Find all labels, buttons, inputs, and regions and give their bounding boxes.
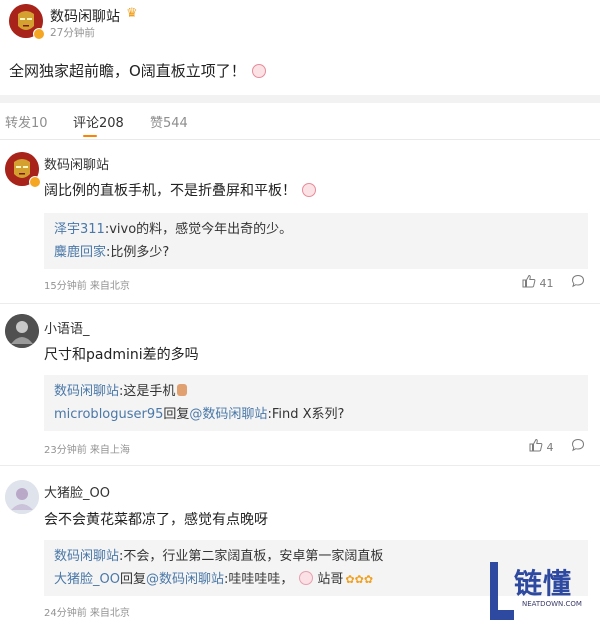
active-tab-indicator — [83, 135, 97, 137]
verified-badge-icon — [29, 176, 41, 188]
comment-text: 会不会黄花菜都凉了，感觉有点晚呀 — [44, 512, 268, 528]
tab-comment[interactable]: 评论208 — [73, 112, 124, 131]
reply-mid: 回复 — [163, 407, 190, 422]
user-avatar-icon — [5, 314, 39, 348]
reply-text: :这是手机 — [119, 384, 176, 399]
comment-bubble-icon — [571, 439, 585, 452]
like-button[interactable]: 4 — [529, 438, 554, 454]
comment-author[interactable]: 大猪脸_OO — [44, 482, 110, 501]
comment-meta: 15分钟前 来自北京 — [44, 281, 130, 292]
reply-line: microbloguser95回复@数码闲聊站:Find X系列? — [54, 403, 578, 426]
thumbs-up-icon — [522, 274, 536, 288]
watermark-sub: NEATDOWN.COM — [522, 600, 582, 608]
comment-text-body: 阔比例的直板手机，不是折叠屏和平板！ — [44, 183, 296, 199]
tab-like[interactable]: 赞544 — [150, 112, 188, 131]
reply-box[interactable]: 泽宇311:vivo的料，感觉今年出奇的少。 麋鹿回家:比例多少? — [44, 213, 588, 269]
sad-emoji-icon — [302, 183, 316, 197]
tab-repost[interactable]: 转发10 — [5, 112, 48, 131]
reply-user[interactable]: 数码闲聊站 — [54, 384, 119, 399]
reply-mid: 回复 — [119, 572, 146, 587]
comment-meta: 24分钟前 来自北京 — [44, 608, 130, 619]
reply-text: :vivo的料，感觉今年出奇的少。 — [104, 222, 293, 237]
comment-avatar[interactable] — [5, 480, 39, 514]
watermark-l-icon — [490, 562, 514, 620]
reply-text: :比例多少? — [106, 245, 170, 260]
post-time: 27分钟前 — [50, 27, 95, 39]
comment-author[interactable]: 小语语_ — [44, 318, 90, 337]
reply-text: :不会，行业第二家阔直板，安卓第一家阔直板 — [119, 549, 384, 564]
reply-button[interactable] — [571, 274, 585, 289]
comment-meta: 23分钟前 来自上海 — [44, 445, 130, 456]
reply-text: :Find X系列? — [267, 407, 345, 422]
reply-user[interactable]: 大猪脸_OO — [54, 572, 120, 587]
comment-author[interactable]: 数码闲聊站 — [44, 154, 109, 173]
reply-text: :哇哇哇哇， — [224, 572, 294, 587]
thumbs-up-icon — [529, 438, 543, 452]
reply-line: 泽宇311:vivo的料，感觉今年出奇的少。 — [54, 218, 578, 241]
comment-item: 小语语_ 尺寸和padmini差的多吗 数码闲聊站:这是手机 microblog… — [0, 304, 600, 464]
sad-emoji-icon — [251, 64, 266, 78]
reply-button[interactable] — [571, 438, 585, 453]
watermark-text: 链懂 — [514, 567, 573, 600]
like-button[interactable]: 41 — [522, 274, 554, 290]
verified-badge-icon — [33, 28, 45, 40]
post-header: 数码闲聊站 ♛ 27分钟前 — [0, 0, 600, 44]
reply-tail: 站哥 — [317, 572, 344, 587]
face-emoji-icon — [299, 571, 314, 585]
reply-user[interactable]: microbloguser95 — [54, 407, 163, 422]
watermark-logo: 链懂 NEATDOWN.COM — [484, 558, 600, 627]
comment-avatar[interactable] — [5, 314, 39, 348]
bowl-emoji-icon — [177, 384, 188, 396]
section-divider — [0, 95, 600, 103]
post-text: 全网独家超前瞻，O阔直板立项了！ — [9, 60, 266, 81]
reply-user[interactable]: 数码闲聊站 — [54, 549, 119, 564]
comment-actions: 4 — [529, 438, 585, 454]
like-count: 4 — [546, 440, 554, 454]
interaction-tabs: 转发10 评论208 赞544 — [0, 103, 600, 139]
comment-actions: 41 — [522, 274, 585, 290]
like-count: 41 — [539, 276, 554, 290]
crown-badge-icon: ♛ — [126, 6, 138, 21]
reply-box[interactable]: 数码闲聊站:这是手机 microbloguser95回复@数码闲聊站:Find … — [44, 375, 588, 431]
reply-line: 数码闲聊站:这是手机 — [54, 380, 578, 403]
reply-user[interactable]: 麋鹿回家 — [54, 245, 106, 260]
reply-target[interactable]: @数码闲聊站 — [189, 407, 267, 422]
comment-text: 尺寸和padmini差的多吗 — [44, 347, 199, 363]
reply-user[interactable]: 泽宇311 — [54, 222, 105, 237]
reply-target[interactable]: @数码闲聊站 — [146, 572, 224, 587]
reply-line: 麋鹿回家:比例多少? — [54, 241, 578, 264]
comment-item: 数码闲聊站 阔比例的直板手机，不是折叠屏和平板！ 泽宇311:vivo的料，感觉… — [0, 140, 600, 302]
comment-text: 阔比例的直板手机，不是折叠屏和平板！ — [44, 180, 316, 200]
comment-bubble-icon — [571, 275, 585, 288]
post-author-name[interactable]: 数码闲聊站 — [50, 6, 120, 26]
flower-emoji-icon: ✿✿✿ — [345, 573, 374, 586]
post-text-body: 全网独家超前瞻，O阔直板立项了！ — [9, 62, 246, 80]
user-avatar-icon — [5, 480, 39, 514]
